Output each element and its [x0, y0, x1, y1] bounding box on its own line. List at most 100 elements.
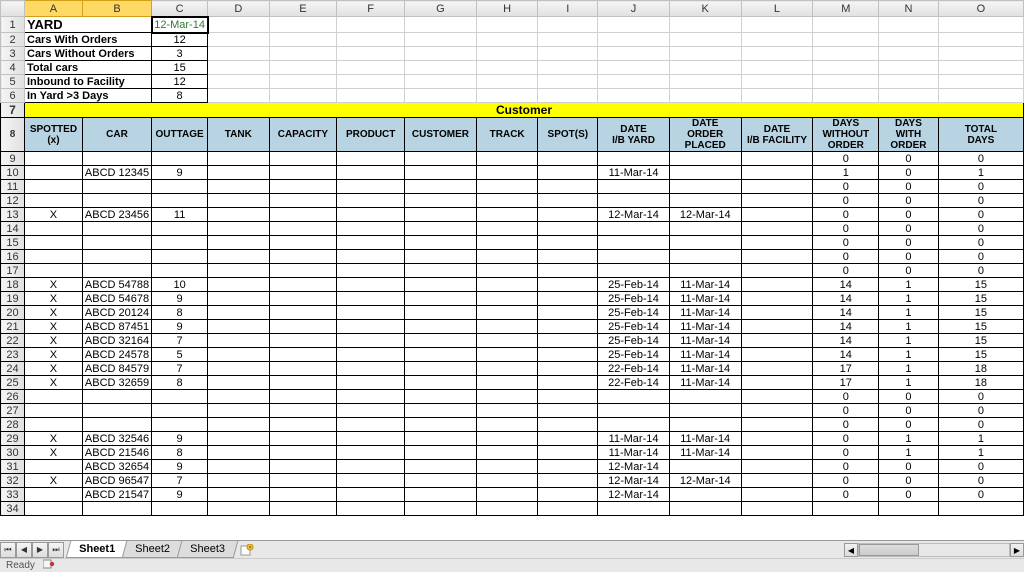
cell-tank[interactable] [208, 208, 269, 222]
row-header-12[interactable]: 12 [1, 194, 25, 208]
cell-spotted[interactable] [25, 418, 83, 432]
cell-capacity[interactable] [269, 432, 337, 446]
cell-customer[interactable] [405, 432, 477, 446]
cell-outage[interactable]: 9 [152, 432, 208, 446]
cell-product[interactable] [337, 432, 405, 446]
cell-days-wo[interactable]: 0 [813, 264, 879, 278]
cell-blank[interactable] [538, 61, 598, 75]
cell-tank[interactable] [208, 264, 269, 278]
cell-blank[interactable] [208, 75, 269, 89]
cell-tank[interactable] [208, 404, 269, 418]
cell-order-placed[interactable]: 11-Mar-14 [669, 278, 741, 292]
cell-tank[interactable] [208, 446, 269, 460]
cell-capacity[interactable] [269, 362, 337, 376]
cell-ib-yard[interactable]: 25-Feb-14 [598, 292, 670, 306]
cell-spots[interactable] [538, 446, 598, 460]
cell-days-w[interactable]: 0 [879, 250, 939, 264]
cell-total-days[interactable]: 18 [938, 376, 1023, 390]
cell-track[interactable] [476, 194, 538, 208]
cell-days-wo[interactable]: 0 [813, 418, 879, 432]
cell-spotted[interactable]: X [25, 446, 83, 460]
col-header-I[interactable]: I [538, 1, 598, 17]
cell-tank[interactable] [208, 334, 269, 348]
cell-track[interactable] [476, 278, 538, 292]
cell-total-days[interactable]: 15 [938, 306, 1023, 320]
cell-blank[interactable] [669, 17, 741, 33]
cell-spotted[interactable] [25, 236, 83, 250]
row-header-5[interactable]: 5 [1, 75, 25, 89]
cell-blank[interactable] [269, 75, 337, 89]
cell-track[interactable] [476, 474, 538, 488]
cell-ib-yard[interactable] [598, 404, 670, 418]
cell-product[interactable] [337, 236, 405, 250]
cell-ib-facility[interactable] [741, 180, 813, 194]
header-0[interactable]: SPOTTED(x) [25, 118, 83, 152]
cell-ib-yard[interactable]: 11-Mar-14 [598, 446, 670, 460]
cell-spotted[interactable]: X [25, 474, 83, 488]
cell-customer[interactable] [405, 236, 477, 250]
cell-spots[interactable] [538, 460, 598, 474]
cell-track[interactable] [476, 264, 538, 278]
cell-outage[interactable]: 8 [152, 376, 208, 390]
cell-track[interactable] [476, 320, 538, 334]
cell-days-wo[interactable]: 0 [813, 208, 879, 222]
col-header-G[interactable]: G [405, 1, 477, 17]
cell-car[interactable] [82, 236, 151, 250]
cell-days-wo[interactable]: 0 [813, 250, 879, 264]
cell-customer[interactable] [405, 502, 477, 516]
cell-order-placed[interactable] [669, 404, 741, 418]
cell-blank[interactable] [813, 33, 879, 47]
cell-spots[interactable] [538, 222, 598, 236]
cell-spots[interactable] [538, 292, 598, 306]
cell-days-wo[interactable]: 17 [813, 376, 879, 390]
row-header-31[interactable]: 31 [1, 460, 25, 474]
cell-outage[interactable]: 5 [152, 348, 208, 362]
cell-customer[interactable] [405, 488, 477, 502]
cell-blank[interactable] [405, 61, 477, 75]
cell-capacity[interactable] [269, 250, 337, 264]
cell-blank[interactable] [813, 61, 879, 75]
cell-total-days[interactable]: 0 [938, 236, 1023, 250]
cell-blank[interactable] [208, 61, 269, 75]
cell-ib-yard[interactable]: 12-Mar-14 [598, 474, 670, 488]
cell-blank[interactable] [938, 89, 1023, 103]
cell-days-w[interactable]: 1 [879, 278, 939, 292]
cell-ib-yard[interactable] [598, 264, 670, 278]
cell-product[interactable] [337, 222, 405, 236]
cell-blank[interactable] [598, 61, 670, 75]
cell-days-w[interactable]: 1 [879, 362, 939, 376]
cell-ib-yard[interactable]: 25-Feb-14 [598, 334, 670, 348]
cell-blank[interactable] [669, 75, 741, 89]
cell-blank[interactable] [538, 33, 598, 47]
cell-days-w[interactable]: 0 [879, 474, 939, 488]
cell-capacity[interactable] [269, 306, 337, 320]
row-header-13[interactable]: 13 [1, 208, 25, 222]
cell-blank[interactable] [879, 17, 939, 33]
cell-car[interactable]: ABCD 84579 [82, 362, 151, 376]
cell-days-wo[interactable]: 14 [813, 292, 879, 306]
cell-spots[interactable] [538, 152, 598, 166]
cell-order-placed[interactable] [669, 250, 741, 264]
cell-car[interactable]: ABCD 32659 [82, 376, 151, 390]
cell-order-placed[interactable] [669, 166, 741, 180]
hscroll-track[interactable] [858, 543, 1010, 557]
row-header-32[interactable]: 32 [1, 474, 25, 488]
cell-car[interactable] [82, 404, 151, 418]
cell-outage[interactable]: 8 [152, 306, 208, 320]
cell-ib-yard[interactable] [598, 222, 670, 236]
cell-days-wo[interactable]: 0 [813, 446, 879, 460]
cell-capacity[interactable] [269, 320, 337, 334]
cell-blank[interactable] [337, 61, 405, 75]
cell-product[interactable] [337, 390, 405, 404]
cell-capacity[interactable] [269, 502, 337, 516]
cell-product[interactable] [337, 250, 405, 264]
tab-nav-next[interactable]: ▶ [32, 542, 48, 558]
cell-blank[interactable] [879, 47, 939, 61]
cell-tank[interactable] [208, 418, 269, 432]
cell-ib-yard[interactable] [598, 250, 670, 264]
cell-blank[interactable] [813, 75, 879, 89]
cell-product[interactable] [337, 376, 405, 390]
header-1[interactable]: CAR [82, 118, 151, 152]
cell-spots[interactable] [538, 180, 598, 194]
cell-track[interactable] [476, 446, 538, 460]
